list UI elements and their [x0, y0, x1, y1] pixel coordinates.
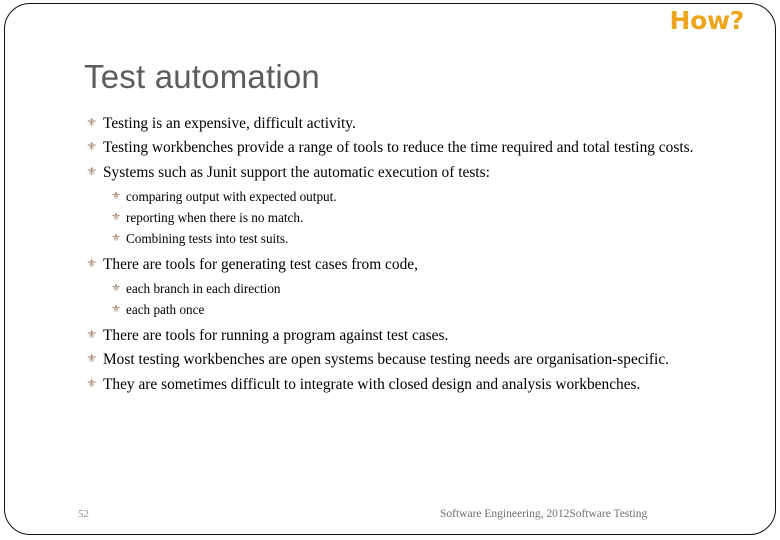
- bullet-text: comparing output with expected output.: [126, 189, 337, 205]
- bullet-item: ⚜ They are sometimes difficult to integra…: [86, 375, 746, 395]
- bullet-item: ⚜ There are tools for running a program a…: [86, 326, 746, 346]
- bullet-text: They are sometimes difficult to integrat…: [103, 375, 641, 393]
- sub-bullet-item: ⚜ reporting when there is no match.: [111, 209, 746, 227]
- bullet-ornament-icon: ⚜: [111, 191, 122, 203]
- bullet-text: each path once: [126, 302, 205, 318]
- bullet-item: ⚜ There are tools for generating test cas…: [86, 255, 746, 275]
- slide-footer: Software Engineering, 2012Software Testi…: [440, 508, 648, 520]
- bullet-ornament-icon: ⚜: [86, 116, 98, 129]
- bullet-item: ⚜ Most testing workbenches are open syste…: [86, 350, 746, 370]
- bullet-text: Testing workbenches provide a range of t…: [103, 139, 694, 157]
- page-number: 52: [78, 508, 89, 520]
- page-title: Test automation: [84, 58, 320, 95]
- slide-body: ⚜ Testing is an expensive, difficult acti…: [86, 114, 746, 399]
- bullet-text: Combining tests into test suits.: [126, 231, 289, 247]
- bullet-ornament-icon: ⚜: [86, 164, 98, 178]
- sub-bullet-item: ⚜ comparing output with expected output.: [111, 188, 746, 206]
- sub-bullet-group: ⚜ comparing output with expected output. ⚜…: [86, 188, 746, 247]
- bullet-ornament-icon: ⚜: [86, 376, 98, 390]
- bullet-text: Most testing workbenches are open system…: [103, 351, 670, 369]
- bullet-ornament-icon: ⚜: [111, 304, 122, 316]
- bullet-ornament-icon: ⚜: [111, 233, 122, 245]
- bullet-ornament-icon: ⚜: [86, 140, 98, 154]
- slide: How? Test automation ⚜ Testing is an expe…: [0, 0, 780, 540]
- corner-label-how: How?: [669, 6, 745, 35]
- bullet-text: Testing is an expensive, difficult activ…: [103, 115, 356, 132]
- bullet-item: ⚜ Testing workbenches provide a range of …: [86, 138, 746, 158]
- sub-bullet-item: ⚜ Combining tests into test suits.: [111, 230, 746, 248]
- bullet-ornament-icon: ⚜: [86, 256, 98, 270]
- bullet-text: There are tools for generating test case…: [103, 255, 418, 273]
- bullet-ornament-icon: ⚜: [86, 328, 98, 341]
- sub-bullet-group: ⚜ each branch in each direction ⚜ each path…: [86, 280, 746, 319]
- sub-bullet-item: ⚜ each branch in each direction: [111, 280, 746, 298]
- bullet-item: ⚜ Systems such as Junit support the autom…: [86, 163, 746, 183]
- bullet-item: ⚜ Testing is an expensive, difficult acti…: [86, 114, 746, 134]
- bullet-text: Systems such as Junit support the automa…: [103, 163, 490, 181]
- bullet-text: reporting when there is no match.: [126, 210, 304, 226]
- bullet-text: There are tools for running a program ag…: [103, 327, 449, 344]
- sub-bullet-item: ⚜ each path once: [111, 301, 746, 319]
- bullet-ornament-icon: ⚜: [86, 352, 98, 366]
- bullet-ornament-icon: ⚜: [111, 283, 122, 295]
- bullet-text: each branch in each direction: [126, 281, 281, 297]
- bullet-ornament-icon: ⚜: [111, 212, 122, 224]
